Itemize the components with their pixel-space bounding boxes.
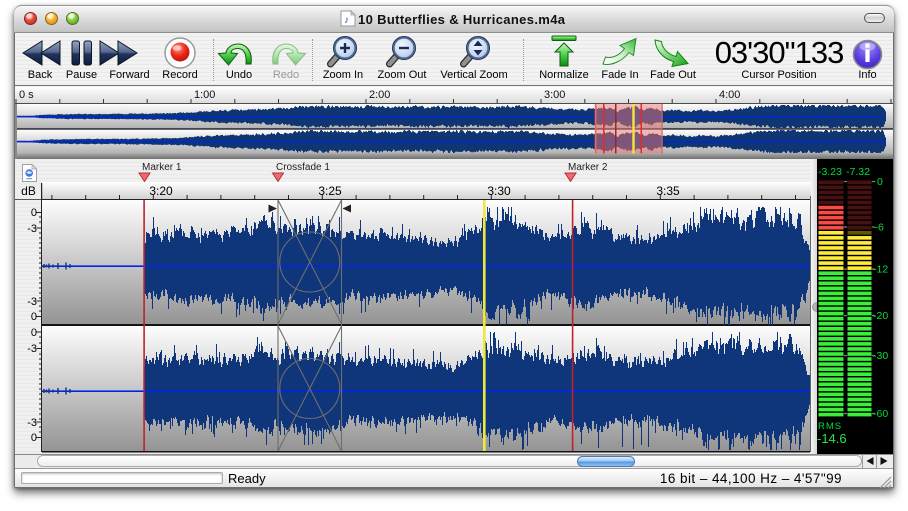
svg-text:-6: -6 (875, 222, 884, 234)
svg-text:0: 0 (877, 176, 883, 188)
svg-text:-12: -12 (873, 264, 888, 276)
svg-text:-7.32: -7.32 (846, 166, 870, 178)
svg-text:-30: -30 (873, 350, 888, 362)
svg-text:-20: -20 (873, 310, 888, 322)
svg-text:-3.23: -3.23 (818, 166, 842, 178)
svg-text:-60: -60 (873, 408, 888, 420)
svg-text:-14.6: -14.6 (817, 431, 847, 446)
